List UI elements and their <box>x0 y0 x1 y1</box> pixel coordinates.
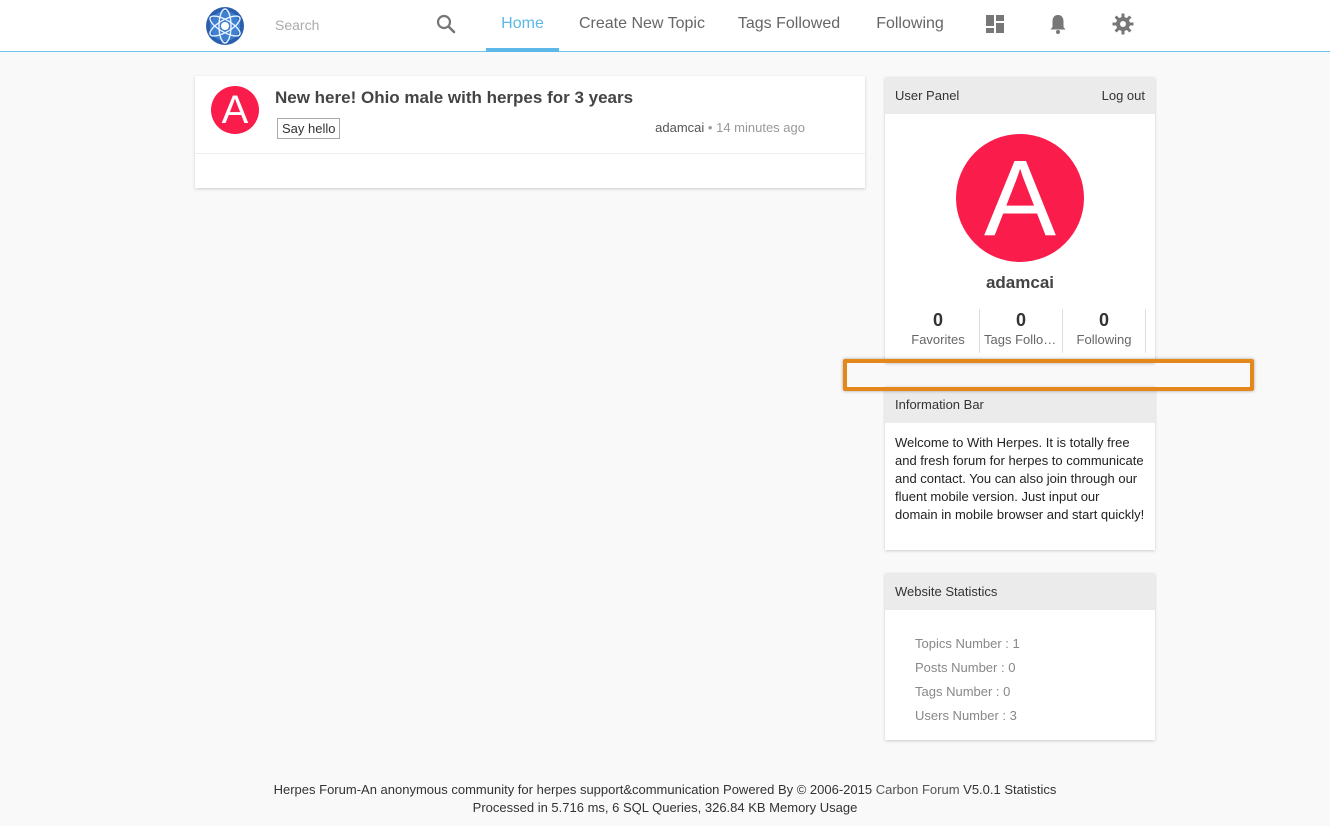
gear-icon[interactable] <box>1111 12 1135 36</box>
meta-separator: • <box>707 120 713 135</box>
stat-users-number: Users Number : 3 <box>915 708 1017 723</box>
bell-icon[interactable] <box>1046 12 1070 36</box>
search-icon[interactable] <box>434 12 458 36</box>
stat-topics-number: Topics Number : 1 <box>915 636 1020 651</box>
footer-line-2: Processed in 5.716 ms, 6 SQL Queries, 32… <box>472 800 858 815</box>
user-panel-header: User Panel Log out <box>885 77 1155 114</box>
stat-tags-number: Tags Number : 0 <box>915 684 1011 699</box>
stat-following-label: Following <box>1076 332 1132 347</box>
information-bar-header: Information Bar <box>885 386 1155 423</box>
footer-version: V5.0.1 <box>963 782 1001 797</box>
website-statistics-title: Website Statistics <box>895 584 998 599</box>
carbon-forum-link[interactable]: Carbon Forum <box>876 782 960 797</box>
topic-tag[interactable]: Say hello <box>277 118 341 139</box>
stat-tags-followed-value: 0 <box>1015 310 1026 330</box>
highlight-annotation <box>843 359 1254 391</box>
user-panel-title: User Panel <box>895 88 960 103</box>
user-stats: 0 Favorites 0 Tags Followed 0 Following <box>897 309 1146 353</box>
topic-meta: adamcai • 14 minutes ago <box>655 120 805 135</box>
stat-tags-followed-label: Tags Followed <box>984 332 1062 347</box>
stat-favorites[interactable]: 0 Favorites <box>897 309 980 353</box>
topic-time: 14 minutes ago <box>716 120 805 135</box>
nav-home[interactable]: Home <box>486 0 559 52</box>
nav-tags-followed[interactable]: Tags Followed <box>730 0 848 52</box>
site-logo-icon[interactable] <box>205 6 245 46</box>
topic-author-link[interactable]: adamcai <box>655 120 704 135</box>
footer-line-1: Herpes Forum-An anonymous community for … <box>0 781 1330 799</box>
user-avatar[interactable]: A <box>956 134 1084 262</box>
statistics-link[interactable]: Statistics <box>1004 782 1056 797</box>
website-statistics: Website Statistics Topics Number : 1 Pos… <box>885 573 1155 740</box>
website-statistics-list: Topics Number : 1 Posts Number : 0 Tags … <box>885 610 1155 728</box>
nav-create-new-topic[interactable]: Create New Topic <box>570 0 714 52</box>
topic-row: A New here! Ohio male with herpes for 3 … <box>195 76 865 154</box>
top-navbar: Home Create New Topic Tags Followed Foll… <box>0 0 1330 52</box>
information-bar-title: Information Bar <box>895 397 984 412</box>
stat-favorites-value: 0 <box>932 310 943 330</box>
website-statistics-header: Website Statistics <box>885 573 1155 610</box>
topic-title-link[interactable]: New here! Ohio male with herpes for 3 ye… <box>275 88 835 108</box>
information-text: Welcome to With Herpes. It is totally fr… <box>895 435 1145 522</box>
dashboard-icon[interactable] <box>983 12 1007 36</box>
stat-following[interactable]: 0 Following <box>1063 309 1146 353</box>
stat-tags-followed[interactable]: 0 Tags Followed <box>980 309 1063 353</box>
nav-following[interactable]: Following <box>865 0 955 52</box>
user-panel: User Panel Log out A adamcai 0 Favorites… <box>885 77 1155 363</box>
topic-list: A New here! Ohio male with herpes for 3 … <box>195 76 865 188</box>
username-link[interactable]: adamcai <box>885 273 1155 293</box>
stat-following-value: 0 <box>1098 310 1109 330</box>
logout-link[interactable]: Log out <box>1102 77 1145 115</box>
stat-posts-number: Posts Number : 0 <box>915 660 1016 675</box>
footer: Herpes Forum-An anonymous community for … <box>0 781 1330 817</box>
author-avatar[interactable]: A <box>211 86 259 134</box>
stat-favorites-label: Favorites <box>911 332 965 347</box>
information-bar: Information Bar Welcome to With Herpes. … <box>885 386 1155 550</box>
footer-text: Herpes Forum-An anonymous community for … <box>273 782 873 797</box>
